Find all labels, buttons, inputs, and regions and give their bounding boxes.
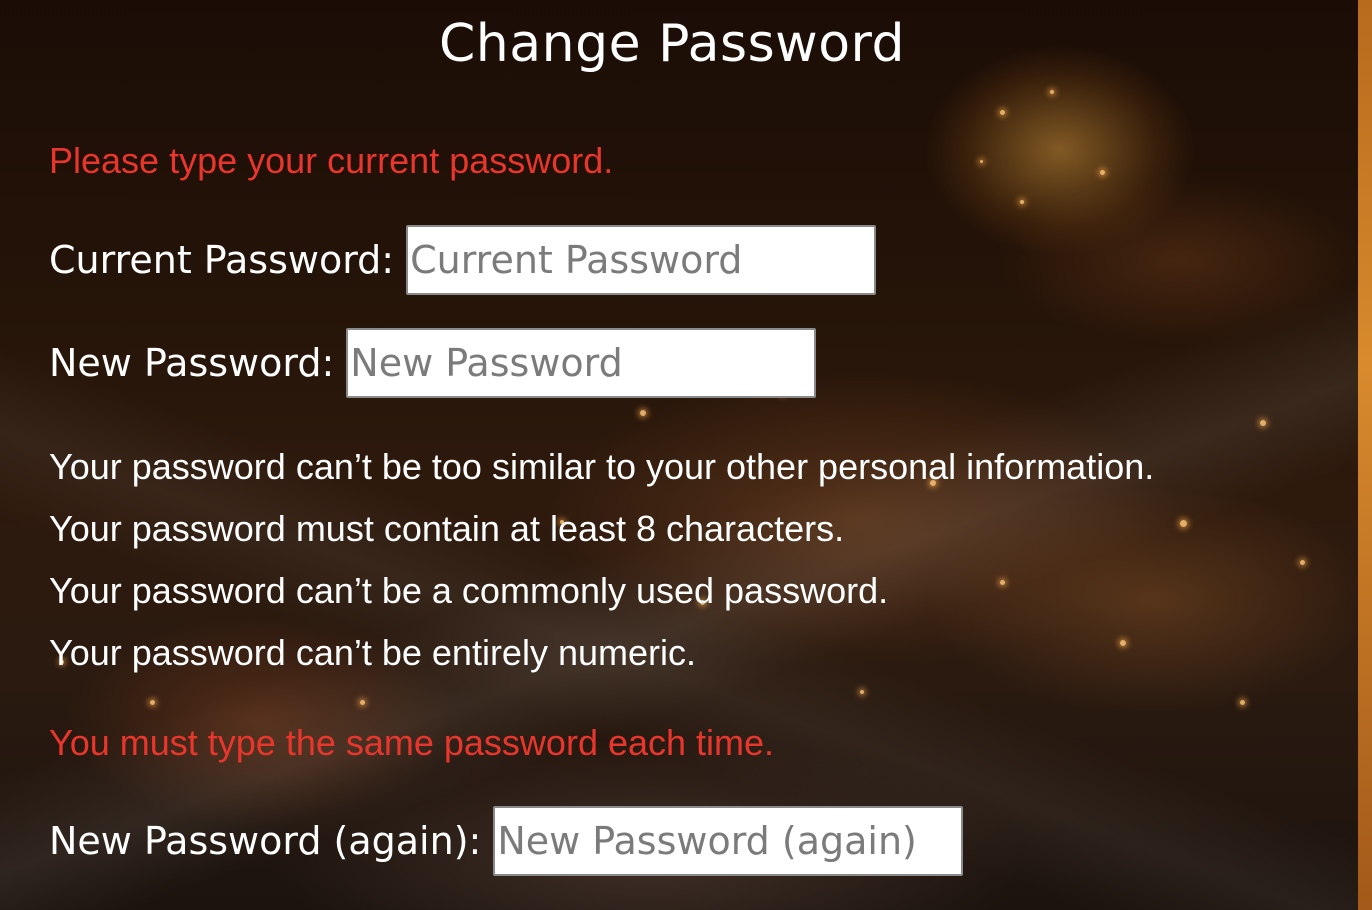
new-password-label: New Password: — [49, 341, 335, 385]
password-requirements-list: Your password can’t be too similar to yo… — [49, 436, 1154, 684]
password-requirement: Your password can’t be too similar to yo… — [49, 446, 1155, 487]
current-password-error: Please type your current password. — [49, 140, 614, 181]
new-password-again-label: New Password (again): — [49, 819, 482, 863]
password-requirement: Your password can’t be entirely numeric. — [49, 632, 696, 673]
password-requirement: Your password can’t be a commonly used p… — [49, 570, 889, 611]
new-password-row: New Password: — [49, 328, 817, 398]
change-password-form: Change Password Please type your current… — [0, 0, 1358, 910]
current-password-label: Current Password: — [49, 238, 395, 282]
new-password-again-input[interactable] — [493, 806, 964, 876]
background-edge-strip — [1358, 0, 1372, 910]
current-password-input[interactable] — [406, 225, 877, 295]
new-password-again-error: You must type the same password each tim… — [49, 722, 775, 763]
password-requirement: Your password must contain at least 8 ch… — [49, 508, 845, 549]
new-password-input[interactable] — [346, 328, 817, 398]
current-password-row: Current Password: — [49, 225, 877, 295]
new-password-again-row: New Password (again): — [49, 806, 964, 876]
page-title: Change Password — [438, 14, 905, 74]
